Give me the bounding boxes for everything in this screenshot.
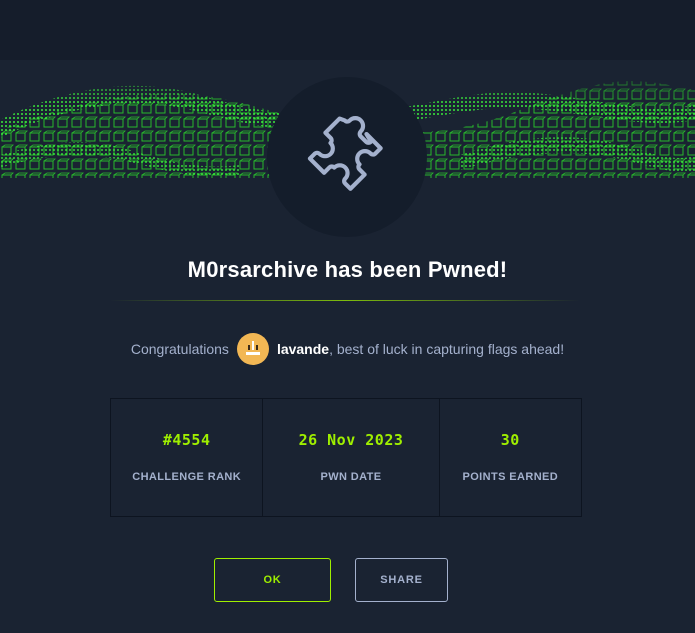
title-divider (110, 300, 580, 301)
challenge-icon-circle (267, 77, 427, 237)
stat-value: #4554 (162, 431, 211, 449)
puzzle-piece-icon (304, 112, 390, 203)
congrats-prefix: Congratulations (130, 341, 229, 357)
congrats-suffix: , best of luck in capturing flags ahead! (329, 341, 565, 357)
stat-challenge-rank: #4554 CHALLENGE RANK (111, 399, 264, 516)
username[interactable]: lavande (277, 341, 329, 357)
user-avatar-icon[interactable] (236, 333, 269, 365)
stats-panel: #4554 CHALLENGE RANK 26 Nov 2023 PWN DAT… (110, 398, 582, 517)
stat-label: CHALLENGE RANK (132, 471, 242, 483)
share-button[interactable]: SHARE (355, 558, 448, 602)
stat-pwn-date: 26 Nov 2023 PWN DATE (263, 399, 440, 516)
modal-title: M0rsarchive has been Pwned! (187, 257, 508, 282)
stat-points-earned: 30 POINTS EARNED (440, 399, 581, 516)
ok-button[interactable]: OK (214, 558, 331, 602)
stat-label: PWN DATE (320, 471, 382, 483)
stat-value: 26 Nov 2023 (298, 431, 404, 449)
stat-value: 30 (500, 431, 520, 449)
stat-label: POINTS EARNED (462, 471, 559, 483)
congrats-message: Congratulations lavande , best of luck i… (0, 333, 695, 365)
